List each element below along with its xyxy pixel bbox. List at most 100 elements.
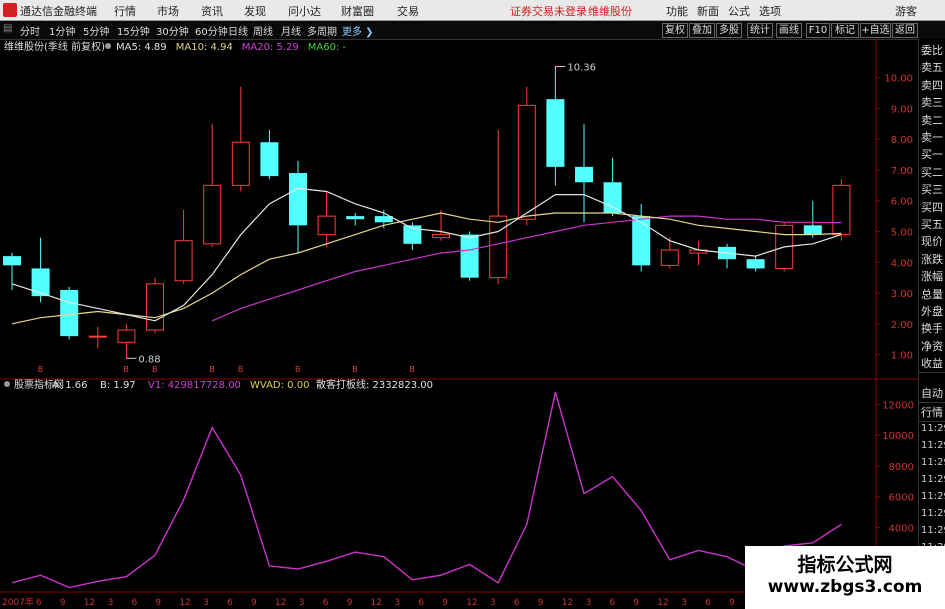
period-tab-30min[interactable]: 30分钟 bbox=[156, 23, 189, 38]
time-tick-label: 12 bbox=[179, 598, 190, 608]
tick-time: 11:29 bbox=[921, 508, 945, 519]
menu-item-wealth-circle[interactable]: 财富圈 bbox=[341, 3, 374, 19]
sidebar-item[interactable]: 涨跌 bbox=[919, 249, 945, 269]
candle-body-down bbox=[31, 268, 50, 297]
menu-item-new-page[interactable]: 新面 bbox=[697, 3, 719, 19]
sidebar-item[interactable]: 买二 bbox=[919, 162, 945, 182]
time-tick-label: 6 bbox=[705, 598, 711, 608]
time-tick-label: 9 bbox=[442, 598, 448, 608]
sub-legend-item: B: 1.97 bbox=[100, 380, 136, 391]
time-tick-label: 9 bbox=[251, 598, 257, 608]
adjust-button[interactable]: 复权 bbox=[662, 23, 688, 38]
event-marker: B bbox=[409, 365, 415, 374]
indicator-series bbox=[11, 391, 842, 589]
draw-line-button[interactable]: 画线 bbox=[776, 23, 802, 38]
candle-body-down bbox=[460, 234, 479, 278]
menu-item-xiaoda[interactable]: 问小达 bbox=[288, 3, 321, 19]
more-periods-button[interactable]: 更多 ❯ bbox=[342, 23, 374, 38]
add-watchlist-button[interactable]: +自选 bbox=[860, 23, 891, 38]
time-tick-label: 12 bbox=[562, 598, 573, 608]
mark-button[interactable]: 标记 bbox=[831, 23, 859, 38]
tick-time: 11:29 bbox=[921, 525, 945, 536]
legend-gear-icon bbox=[105, 43, 111, 49]
sidebar-item[interactable]: 买五 bbox=[919, 215, 945, 234]
value-tick-label: 8000 bbox=[889, 462, 914, 473]
collapse-icon[interactable]: ▤ bbox=[3, 23, 12, 34]
sidebar-mode-item[interactable]: 自动 bbox=[919, 384, 945, 403]
sidebar-mode-item[interactable]: 行情 bbox=[919, 403, 945, 422]
time-tick-label: 3 bbox=[203, 598, 209, 608]
price-tick-label: 8.00 bbox=[891, 135, 913, 146]
time-tick-label: 9 bbox=[538, 598, 544, 608]
stats-button[interactable]: 统计 bbox=[747, 23, 773, 38]
sidebar-item[interactable]: 买三 bbox=[919, 180, 945, 200]
menu-item-function[interactable]: 功能 bbox=[666, 3, 688, 19]
time-tick-label: 12 bbox=[466, 598, 477, 608]
candle-body-down bbox=[3, 256, 21, 266]
value-tick-label: 10000 bbox=[882, 431, 914, 442]
sidebar-item[interactable]: 净资 bbox=[919, 336, 945, 356]
back-button[interactable]: 返回 bbox=[892, 23, 918, 38]
ma5-line bbox=[11, 187, 842, 322]
time-tick-label: 12 bbox=[275, 598, 286, 608]
menu-item-news[interactable]: 资讯 bbox=[201, 3, 223, 19]
sub-legend-item: V1: 429817728.00 bbox=[148, 380, 241, 391]
guest-label[interactable]: 游客 bbox=[895, 3, 917, 19]
app-name: 通达信金融终端 bbox=[20, 5, 97, 18]
sidebar-item[interactable]: 买一 bbox=[919, 145, 945, 165]
menu-item-market[interactable]: 市场 bbox=[157, 3, 179, 19]
event-marker: B bbox=[209, 365, 215, 374]
event-marker: B bbox=[238, 365, 244, 374]
sidebar-item[interactable]: 总量 bbox=[919, 284, 945, 304]
f10-button[interactable]: F10 bbox=[806, 23, 830, 38]
menu-item-discover[interactable]: 发现 bbox=[244, 3, 266, 19]
period-tab-1min[interactable]: 1分钟 bbox=[49, 23, 75, 38]
menu-item-trade[interactable]: 交易 bbox=[397, 3, 419, 19]
sidebar-item[interactable]: 现价 bbox=[919, 232, 945, 252]
sidebar-item[interactable]: 卖四 bbox=[919, 75, 945, 95]
period-tab-daily[interactable]: 日线 bbox=[228, 23, 248, 38]
period-tab-weekly[interactable]: 周线 bbox=[253, 23, 273, 38]
time-tick-label: 3 bbox=[299, 598, 305, 608]
sidebar-item[interactable]: 收益 bbox=[919, 354, 945, 374]
time-tick-label: 6 bbox=[36, 598, 42, 608]
sidebar-item[interactable]: 外盘 bbox=[919, 302, 945, 321]
event-marker: B bbox=[295, 365, 301, 374]
candle-body-down bbox=[575, 166, 593, 183]
sub-gear-icon bbox=[4, 381, 10, 387]
time-tick-label: 12 bbox=[657, 598, 668, 608]
sidebar-item[interactable]: 卖三 bbox=[919, 93, 945, 113]
title-bar: 通达信金融终端 行情 市场 资讯 发现 问小达 财富圈 交易 证券交易未登录 维… bbox=[0, 0, 945, 21]
sidebar-item[interactable]: 涨幅 bbox=[919, 267, 945, 287]
period-tab-5min[interactable]: 5分钟 bbox=[83, 23, 109, 38]
period-tab-monthly[interactable]: 月线 bbox=[281, 23, 301, 38]
sidebar-item[interactable]: 委比 bbox=[919, 41, 945, 60]
time-tick-label: 3 bbox=[394, 598, 400, 608]
sidebar-item[interactable]: 买四 bbox=[919, 197, 945, 217]
overlay-button[interactable]: 叠加 bbox=[689, 23, 715, 38]
candle-body-down bbox=[60, 289, 79, 337]
sidebar-item[interactable]: 卖二 bbox=[919, 110, 945, 130]
menu-item-formula[interactable]: 公式 bbox=[728, 3, 750, 19]
stock-link[interactable]: 维维股份 bbox=[588, 3, 632, 19]
time-tick-label: 3 bbox=[586, 598, 592, 608]
time-tick-label: 9 bbox=[155, 598, 161, 608]
period-tab-60min[interactable]: 60分钟 bbox=[195, 23, 228, 38]
sidebar-item[interactable]: 卖一 bbox=[919, 128, 945, 147]
candle-body-down bbox=[260, 142, 279, 177]
time-tick-label: 9 bbox=[60, 598, 66, 608]
min-price-label: 0.88 bbox=[138, 354, 160, 365]
period-tab-15min[interactable]: 15分钟 bbox=[117, 23, 150, 38]
menu-item-options[interactable]: 选项 bbox=[759, 3, 781, 19]
time-tick-label: 9 bbox=[729, 598, 735, 608]
ma20-line bbox=[211, 215, 842, 322]
menu-item-quotes[interactable]: 行情 bbox=[114, 3, 136, 19]
multi-stock-button[interactable]: 多股 bbox=[716, 23, 742, 38]
time-tick-label: 3 bbox=[490, 598, 496, 608]
period-tab-multi[interactable]: 多周期 bbox=[307, 23, 337, 38]
sidebar-item[interactable]: 换手 bbox=[919, 319, 945, 339]
login-notice[interactable]: 证券交易未登录 bbox=[510, 3, 587, 19]
chart-area[interactable]: 维维股份(季线 前复权) MA5: 4.89 MA10: 4.94 MA20: 5.2… bbox=[0, 39, 918, 609]
period-tab-intraday[interactable]: 分时 bbox=[20, 23, 40, 38]
sidebar-item[interactable]: 卖五 bbox=[919, 58, 945, 78]
